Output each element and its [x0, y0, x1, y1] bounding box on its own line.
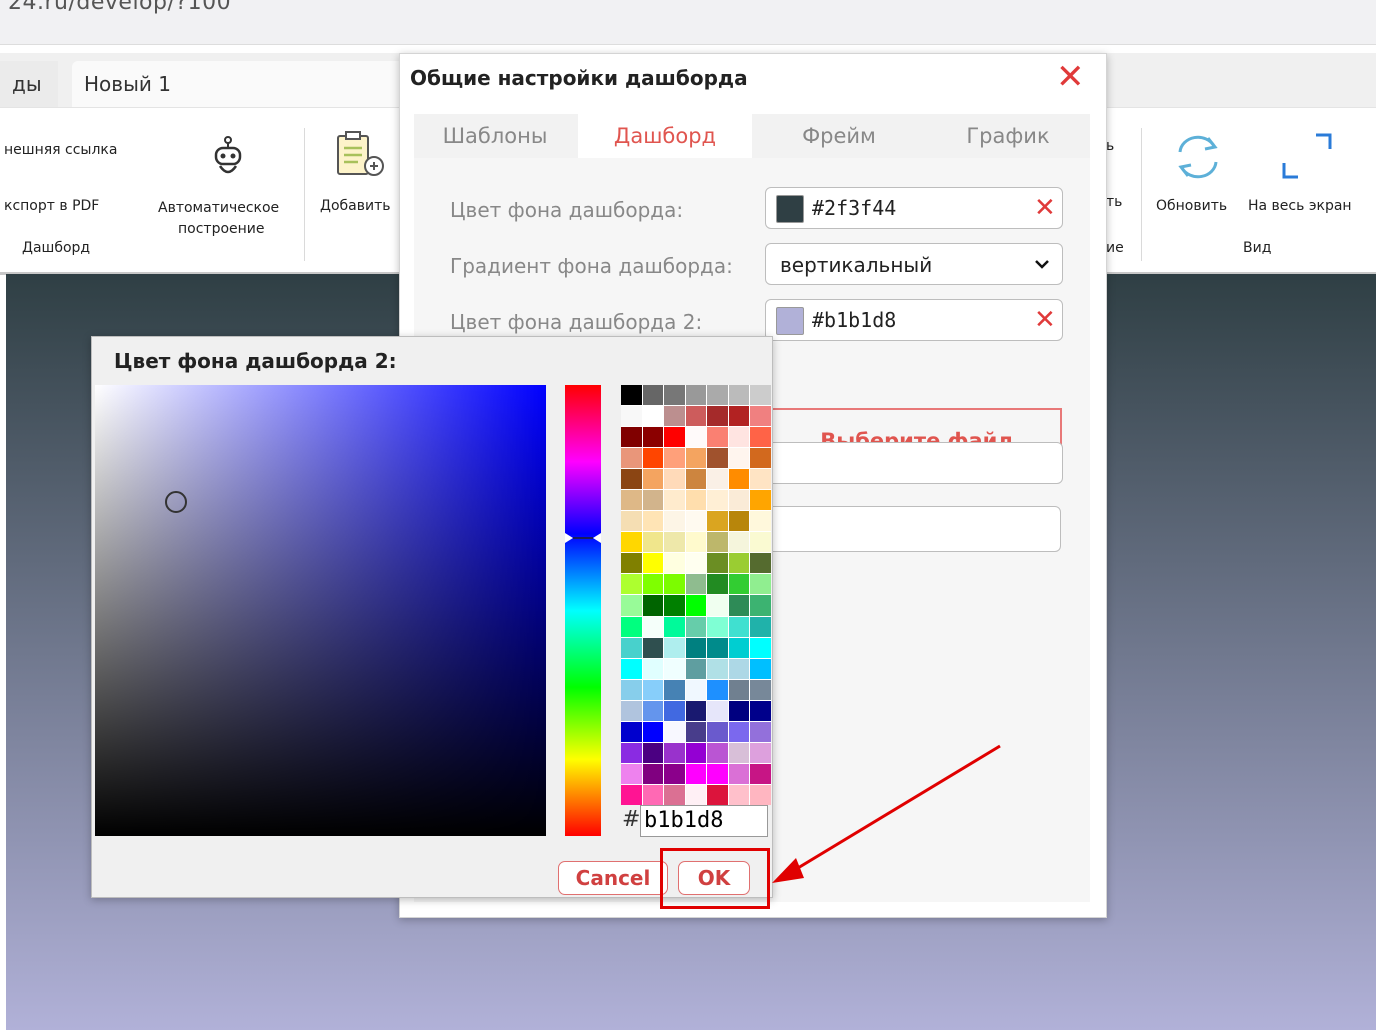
- annotation-arrow: [772, 744, 1001, 883]
